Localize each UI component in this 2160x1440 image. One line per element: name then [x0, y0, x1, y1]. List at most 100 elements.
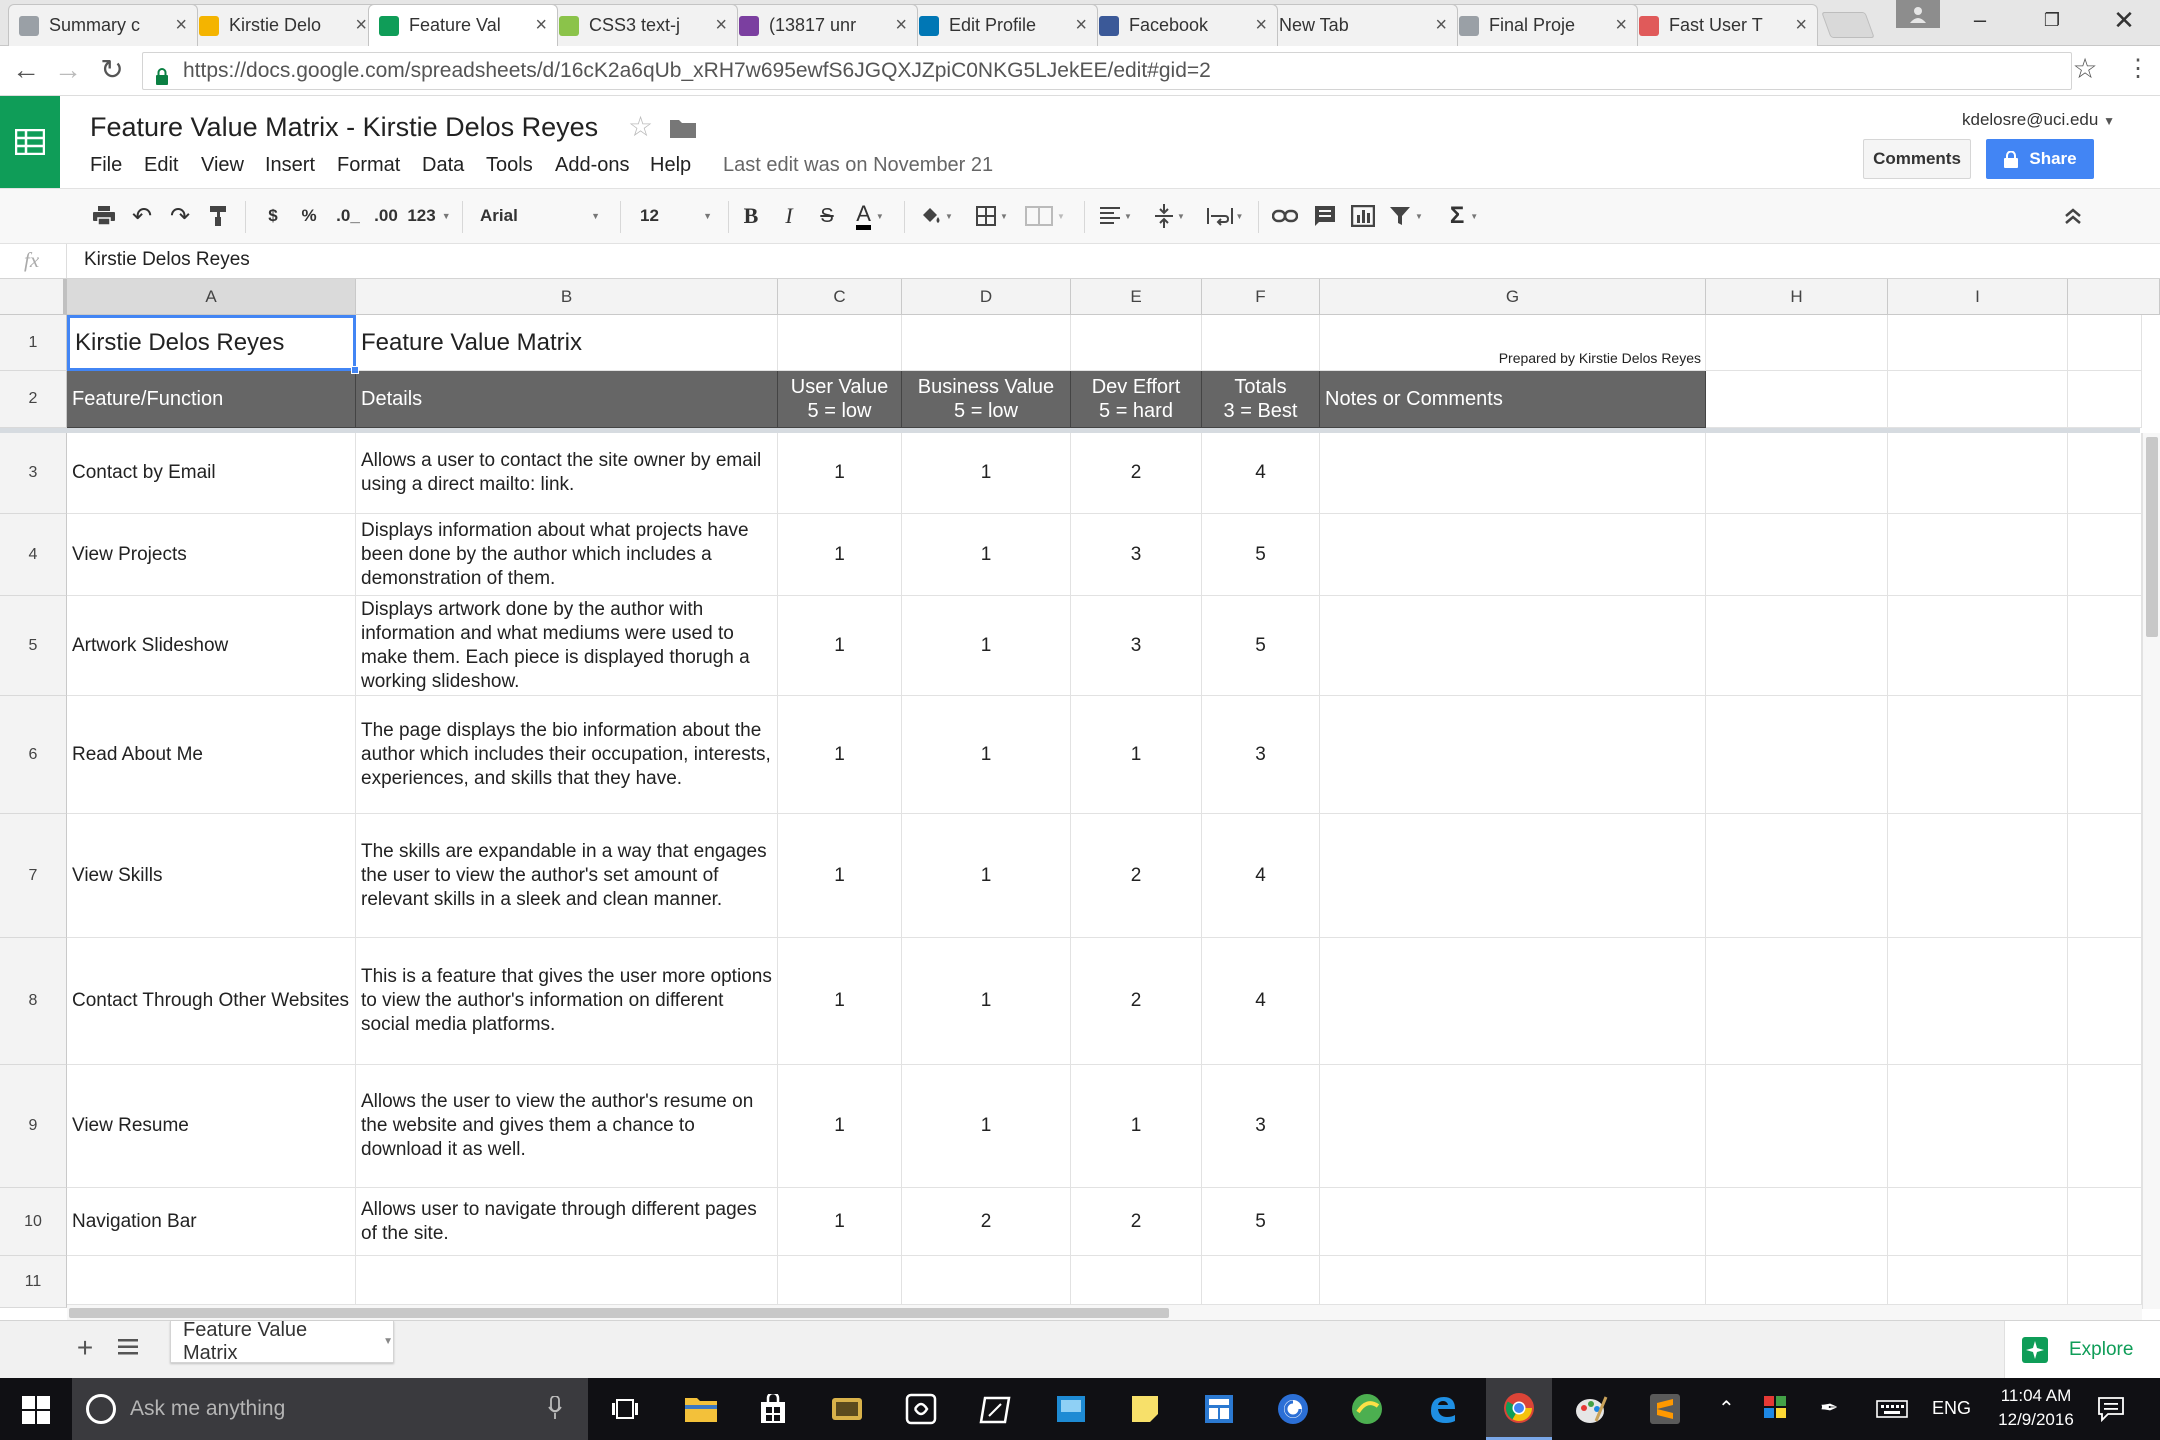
business-value-cell[interactable]: 1 — [902, 433, 1071, 514]
header-notes[interactable]: Notes or Comments — [1320, 371, 1706, 428]
details-cell[interactable]: Allows the user to view the author's res… — [356, 1065, 778, 1188]
keyboard-icon[interactable] — [1876, 1400, 1908, 1423]
bold-icon[interactable]: B — [736, 199, 766, 233]
file-explorer-icon[interactable] — [680, 1388, 722, 1430]
menu-help[interactable]: Help — [650, 154, 691, 177]
increase-decimal-button[interactable]: .00 — [368, 199, 404, 233]
grid-cell[interactable] — [1706, 814, 1888, 938]
user-value-cell[interactable]: 1 — [778, 1188, 902, 1256]
grid-cell[interactable] — [1888, 371, 2068, 428]
grid-cell[interactable] — [1706, 433, 1888, 514]
grid-cell[interactable] — [1320, 1188, 1706, 1256]
cortana-search-box[interactable]: Ask me anything — [72, 1378, 588, 1440]
sheets-logo-icon[interactable] — [0, 96, 60, 188]
grid-cell[interactable] — [2068, 1065, 2142, 1188]
sheet-tab-active[interactable]: Feature Value Matrix ▼ — [170, 1319, 394, 1364]
insert-link-icon[interactable] — [1268, 199, 1302, 233]
total-cell[interactable]: 3 — [1202, 696, 1320, 814]
total-cell[interactable]: 5 — [1202, 514, 1320, 596]
insert-chart-icon[interactable] — [1346, 199, 1380, 233]
user-value-cell[interactable]: 1 — [778, 596, 902, 696]
store-icon[interactable] — [752, 1388, 794, 1430]
feature-cell[interactable]: Navigation Bar — [67, 1188, 356, 1256]
row-header-11[interactable]: 11 — [0, 1256, 67, 1308]
vertical-scrollbar-thumb[interactable] — [2146, 437, 2158, 637]
grid-cell[interactable] — [2068, 1188, 2142, 1256]
business-value-cell[interactable]: 1 — [902, 1065, 1071, 1188]
row-header-9[interactable]: 9 — [0, 1065, 67, 1188]
total-cell[interactable]: 5 — [1202, 1188, 1320, 1256]
total-cell[interactable]: 4 — [1202, 938, 1320, 1065]
user-account[interactable]: kdelosre@uci.edu ▼ — [1962, 110, 2115, 130]
details-cell[interactable]: This is a feature that gives the user mo… — [356, 938, 778, 1065]
close-tab-icon[interactable]: × — [1605, 14, 1627, 37]
grid-cell[interactable] — [1320, 938, 1706, 1065]
user-value-cell[interactable]: 1 — [778, 1065, 902, 1188]
grid-cell[interactable] — [67, 1256, 356, 1308]
close-tab-icon[interactable]: × — [705, 14, 727, 37]
grid-cell[interactable] — [2068, 371, 2142, 428]
column-header-d[interactable]: D — [902, 279, 1071, 315]
menu-view[interactable]: View — [201, 154, 244, 177]
explore-button[interactable]: Explore — [2004, 1321, 2160, 1379]
menu-add-ons[interactable]: Add-ons — [555, 154, 630, 177]
number-format-dropdown[interactable]: 123 ▼ — [404, 199, 454, 233]
row-header-6[interactable]: 6 — [0, 696, 67, 814]
font-size-dropdown[interactable]: 12 ▼ — [634, 199, 718, 233]
details-cell[interactable]: The page displays the bio information ab… — [356, 696, 778, 814]
frozen-rows-divider[interactable] — [0, 428, 2140, 433]
back-button[interactable]: ← — [10, 56, 42, 88]
dev-effort-cell[interactable]: 2 — [1071, 1188, 1202, 1256]
windows-start-icon[interactable] — [22, 1396, 50, 1429]
grid-cell[interactable] — [1888, 315, 2068, 371]
text-wrap-icon[interactable]: ▼ — [1200, 199, 1250, 233]
decrease-decimal-button[interactable]: .0_ — [330, 199, 366, 233]
grid-cell[interactable] — [1071, 1256, 1202, 1308]
close-tab-icon[interactable]: × — [1065, 14, 1087, 37]
chrome-taskbar-item[interactable] — [1486, 1378, 1552, 1440]
browser-tab[interactable]: Facebook × — [1088, 4, 1278, 46]
row-header-2[interactable]: 2 — [0, 371, 67, 428]
business-value-cell[interactable]: 2 — [902, 1188, 1071, 1256]
grid-cell[interactable] — [902, 1256, 1071, 1308]
insert-comment-icon[interactable] — [1308, 199, 1342, 233]
business-value-cell[interactable]: 1 — [902, 696, 1071, 814]
header-business-value[interactable]: Business Value 5 = low — [902, 371, 1071, 428]
borders-icon[interactable]: ▼ — [970, 199, 1014, 233]
dev-effort-cell[interactable]: 2 — [1071, 938, 1202, 1065]
folder-icon[interactable] — [670, 118, 696, 143]
row-header-10[interactable]: 10 — [0, 1188, 67, 1256]
browser-tab[interactable]: Feature Val × — [368, 4, 558, 46]
close-tab-icon[interactable]: × — [345, 14, 367, 37]
close-tab-icon[interactable]: × — [1785, 14, 1807, 37]
column-header-h[interactable]: H — [1706, 279, 1888, 315]
grid-cell[interactable] — [1888, 1188, 2068, 1256]
italic-icon[interactable]: I — [774, 199, 804, 233]
action-center-icon[interactable] — [2098, 1396, 2124, 1427]
functions-icon[interactable]: Σ ▼ — [1442, 199, 1486, 233]
grid-cell[interactable] — [1706, 696, 1888, 814]
column-header-i[interactable]: I — [1888, 279, 2068, 315]
browser-tab[interactable]: Kirstie Delo × — [188, 4, 378, 46]
browser-tab[interactable]: Final Proje × — [1448, 4, 1638, 46]
grid-cell[interactable] — [1320, 596, 1706, 696]
show-hidden-icons[interactable]: ⌃ — [1718, 1396, 1735, 1421]
comments-button[interactable]: Comments — [1863, 139, 1971, 179]
column-header-a[interactable]: A — [67, 279, 356, 315]
tray-app-icon[interactable] — [1764, 1396, 1786, 1423]
grid-cell[interactable] — [2068, 696, 2142, 814]
business-value-cell[interactable]: 1 — [902, 938, 1071, 1065]
header-user-value[interactable]: User Value 5 = low — [778, 371, 902, 428]
grid-cell[interactable] — [1888, 938, 2068, 1065]
language-indicator[interactable]: ENG — [1932, 1398, 1971, 1419]
grid-cell[interactable] — [1706, 1188, 1888, 1256]
subtitle-cell[interactable]: Feature Value Matrix — [356, 315, 778, 371]
feature-cell[interactable]: Contact by Email — [67, 433, 356, 514]
grid-cell[interactable] — [1202, 315, 1320, 371]
dev-effort-cell[interactable]: 3 — [1071, 514, 1202, 596]
browser-tab[interactable]: Summary c × — [8, 4, 198, 46]
grid-cell[interactable] — [1706, 1256, 1888, 1308]
column-header-b[interactable]: B — [356, 279, 778, 315]
dev-effort-cell[interactable]: 3 — [1071, 596, 1202, 696]
forward-button[interactable]: → — [52, 56, 84, 88]
